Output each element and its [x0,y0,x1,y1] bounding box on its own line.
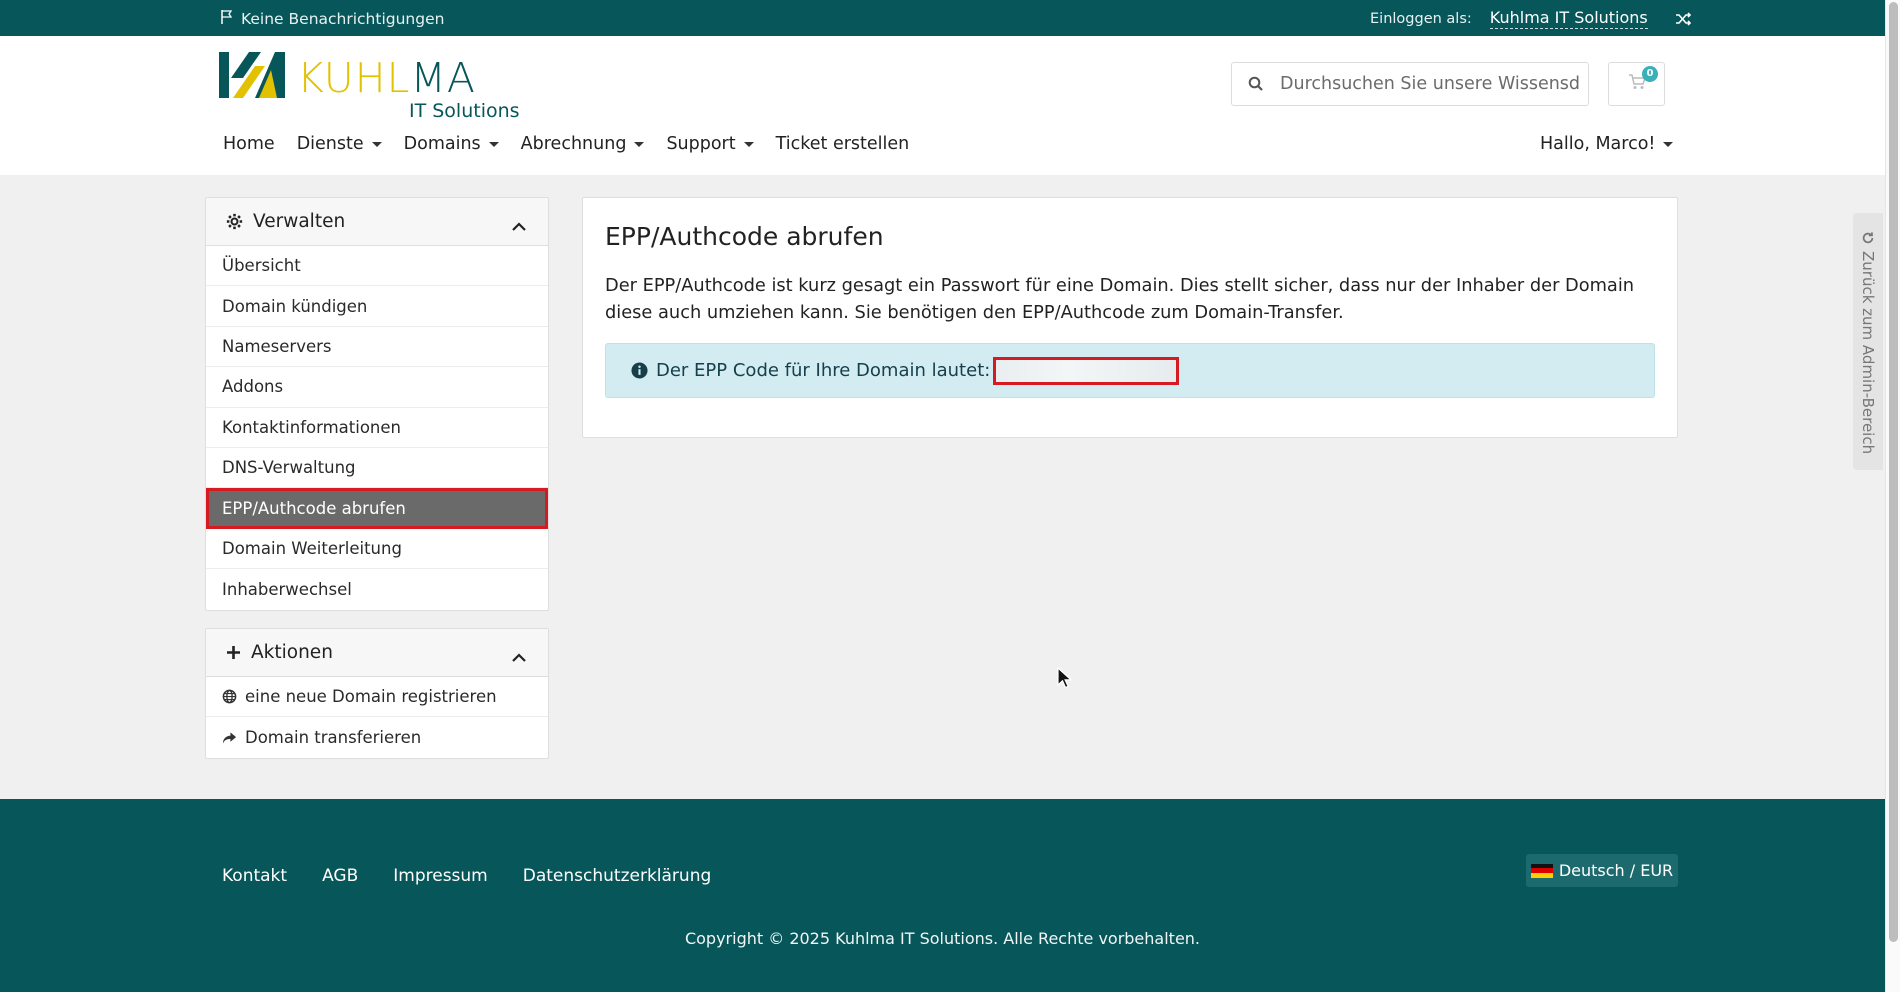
page-description: Der EPP/Authcode ist kurz gesagt ein Pas… [605,275,1635,323]
account-switch-link[interactable]: Kuhlma IT Solutions [1489,8,1648,29]
german-flag-icon [1530,863,1553,878]
action-register-domain[interactable]: eine neue Domain registrieren [206,677,548,718]
cart-button[interactable]: 0 [1608,62,1665,106]
epp-code-value-redacted[interactable] [993,356,1180,385]
search-input[interactable] [1280,74,1580,94]
sidebar-item-kontaktinformationen[interactable]: Kontaktinformationen [206,408,548,448]
language-currency-label: Deutsch / EUR [1558,861,1674,880]
caret-down-icon [743,141,754,147]
top-bar: Keine Benachrichtigungen Einloggen als: … [0,0,1885,36]
notifications-label: Keine Benachrichtigungen [241,10,445,28]
globe-icon [222,689,237,704]
sidebar-item-uebersicht[interactable]: Übersicht [206,246,548,287]
company-logo[interactable]: KUHLMA IT Solutions [219,52,539,122]
epp-code-label: Der EPP Code für Ihre Domain lautet: [656,360,991,381]
manage-panel-header[interactable]: Verwalten [206,198,548,246]
manage-panel-title: Verwalten [253,211,346,232]
search-icon [1232,76,1280,92]
knowledgebase-search[interactable] [1231,62,1589,106]
page-scrollbar[interactable] [1885,0,1900,992]
actions-panel-title: Aktionen [251,642,333,663]
footer-link-agb[interactable]: AGB [322,866,358,886]
epp-code-alert: Der EPP Code für Ihre Domain lautet: [605,343,1655,398]
footer-link-impressum[interactable]: Impressum [393,866,488,886]
action-transfer-domain-label: Domain transferieren [245,728,422,748]
back-to-admin-label: Zurück zum Admin-Bereich [1859,251,1877,455]
nav-domains[interactable]: Domains [393,134,510,154]
copyright: Copyright © 2025 Kuhlma IT Solutions. Al… [684,929,1201,948]
caret-down-icon [1663,141,1674,147]
actions-panel-header[interactable]: Aktionen [206,629,548,677]
manage-panel: Verwalten Übersicht Domain kündigen Name… [205,197,549,611]
site-header: KUHLMA IT Solutions 0 Home Dienste Domai… [0,36,1885,175]
action-transfer-domain[interactable]: Domain transferieren [206,717,548,757]
caret-down-icon [371,141,382,147]
notifications-link[interactable]: Keine Benachrichtigungen [219,9,444,29]
user-greeting: Hallo, Marco! [1540,134,1656,154]
main-nav: Home Dienste Domains Abrechnung Support … [212,134,920,154]
sidebar-item-dns-verwaltung[interactable]: DNS-Verwaltung [206,448,548,489]
sidebar-item-domain-kuendigen[interactable]: Domain kündigen [206,286,548,327]
info-circle-icon [631,362,648,379]
nav-dienste[interactable]: Dienste [286,134,393,154]
logo-mark-icon [219,52,285,98]
login-as-label: Einloggen als: [1370,10,1472,27]
action-register-domain-label: eine neue Domain registrieren [245,687,497,707]
flag-icon [219,9,235,29]
caret-down-icon [634,141,645,147]
sidebar-item-domain-weiterleitung[interactable]: Domain Weiterleitung [206,529,548,570]
footer-links: Kontakt AGB Impressum Datenschutzerkläru… [222,866,711,886]
mouse-cursor-icon [1057,667,1073,689]
sidebar-item-nameservers[interactable]: Nameservers [206,327,548,368]
logo-subtitle: IT Solutions [409,100,520,122]
cart-count-badge: 0 [1642,66,1658,82]
language-currency-button[interactable]: Deutsch / EUR [1526,854,1678,887]
site-footer: Kontakt AGB Impressum Datenschutzerkläru… [0,799,1885,992]
scrollbar-thumb[interactable] [1889,2,1898,942]
footer-link-datenschutz[interactable]: Datenschutzerklärung [523,866,712,886]
shuffle-icon[interactable] [1674,10,1692,28]
sidebar-item-epp-authcode[interactable]: EPP/Authcode abrufen [206,488,548,529]
footer-link-kontakt[interactable]: Kontakt [222,866,287,886]
user-menu[interactable]: Hallo, Marco! [1540,134,1674,154]
actions-panel: Aktionen eine neue Domain registrieren D… [205,628,549,759]
nav-ticket-erstellen[interactable]: Ticket erstellen [765,134,921,154]
plus-icon [226,645,241,660]
logo-wordmark: KUHLMA [297,54,476,102]
sidebar-item-inhaberwechsel[interactable]: Inhaberwechsel [206,569,548,609]
chevron-up-icon[interactable] [512,215,526,236]
nav-abrechnung[interactable]: Abrechnung [510,134,656,154]
back-to-admin-tab[interactable]: Zurück zum Admin-Bereich [1853,213,1883,470]
refresh-icon [1859,231,1877,245]
chevron-up-icon[interactable] [512,646,526,667]
epp-authcode-card: EPP/Authcode abrufen Der EPP/Authcode is… [582,197,1678,438]
nav-home[interactable]: Home [212,134,286,154]
nav-support[interactable]: Support [655,134,764,154]
caret-down-icon [488,141,499,147]
share-arrow-icon [222,731,237,745]
gear-icon [226,213,243,230]
sidebar-item-addons[interactable]: Addons [206,367,548,408]
page-title: EPP/Authcode abrufen [605,222,884,251]
login-as: Einloggen als: Kuhlma IT Solutions [1370,8,1692,29]
